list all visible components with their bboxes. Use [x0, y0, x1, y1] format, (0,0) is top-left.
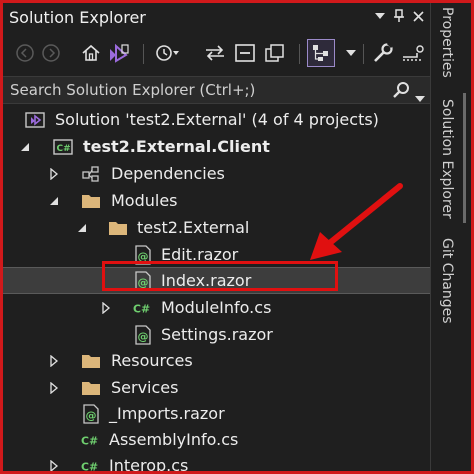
search-box — [3, 76, 430, 104]
svg-text:C#: C# — [133, 302, 150, 315]
active-tab-indicator — [463, 93, 466, 223]
expanded-arrow-icon[interactable] — [47, 194, 61, 208]
close-icon[interactable] — [409, 7, 427, 25]
tab-solution-explorer[interactable]: Solution Explorer — [439, 99, 455, 219]
forward-icon[interactable] — [37, 39, 65, 67]
tree-item-resources[interactable]: Resources — [3, 347, 430, 374]
tree-item-services[interactable]: Services — [3, 374, 430, 401]
switch-views-icon[interactable] — [105, 39, 133, 67]
collapsed-arrow-icon[interactable] — [47, 354, 61, 368]
side-tab-strip: Properties Solution Explorer Git Changes — [430, 3, 471, 471]
history-icon[interactable] — [153, 39, 181, 67]
expanded-arrow-icon[interactable] — [18, 140, 32, 154]
tab-git-changes[interactable]: Git Changes — [439, 238, 455, 324]
tree-item-settings-razor[interactable]: @ Settings.razor — [3, 321, 430, 348]
pin-icon[interactable] — [390, 7, 408, 25]
panel-title: Solution Explorer — [9, 7, 146, 27]
tree-item-label: Interop.cs — [109, 456, 189, 474]
tree-item-label: Solution 'test2.External' (4 of 4 projec… — [55, 110, 379, 129]
collapsed-arrow-icon[interactable] — [47, 381, 61, 395]
tab-properties[interactable]: Properties — [439, 7, 455, 78]
tree-item-label: ModuleInfo.cs — [161, 298, 272, 317]
toolbar-separator — [299, 44, 300, 64]
tree-item-label: AssemblyInfo.cs — [109, 430, 239, 449]
dropdown-icon[interactable] — [371, 7, 389, 25]
tree-item-imports-razor[interactable]: @ _Imports.razor — [3, 400, 430, 427]
folder-icon — [81, 378, 101, 398]
expanded-arrow-icon[interactable] — [75, 221, 89, 235]
tree-item-label: Modules — [111, 191, 178, 210]
home-icon[interactable] — [77, 39, 105, 67]
preview-dropdown-icon[interactable] — [337, 39, 365, 67]
razor-file-icon: @ — [81, 403, 101, 424]
tree-item-label: test2.External — [137, 218, 250, 237]
csharp-project-icon: C# — [53, 137, 73, 157]
collapse-all-icon[interactable] — [231, 39, 259, 67]
tree-item-label: _Imports.razor — [109, 404, 225, 423]
solution-icon — [25, 110, 45, 130]
tree-item-label: Dependencies — [111, 164, 225, 183]
csharp-file-icon: C# — [81, 430, 101, 450]
csharp-file-icon: C# — [81, 456, 101, 474]
tree-item-moduleinfo-cs[interactable]: C# ModuleInfo.cs — [3, 294, 430, 321]
search-options-icon[interactable] — [415, 87, 425, 102]
collapsed-arrow-icon[interactable] — [47, 459, 61, 473]
tree-item-label: Services — [111, 378, 179, 397]
sync-icon[interactable] — [201, 39, 229, 67]
properties-wrench-icon[interactable] — [369, 39, 397, 67]
svg-text:C#: C# — [57, 144, 71, 154]
folder-icon — [108, 218, 128, 238]
toolbar — [3, 36, 430, 72]
annotation-arrow-icon — [310, 183, 403, 260]
tree-item-label: Resources — [111, 351, 193, 370]
tree-item-project[interactable]: C# test2.External.Client — [3, 133, 430, 160]
tree-item-label: test2.External.Client — [83, 137, 270, 156]
tree-item-label: Settings.razor — [161, 325, 273, 344]
collapsed-arrow-icon[interactable] — [47, 167, 61, 181]
preview-icon[interactable] — [307, 39, 335, 67]
csharp-file-icon: C# — [133, 298, 153, 318]
dependencies-icon — [81, 164, 101, 184]
title-bar: Solution Explorer — [3, 3, 430, 31]
back-icon[interactable] — [11, 39, 39, 67]
svg-text:C#: C# — [81, 460, 98, 473]
razor-file-icon: @ — [133, 324, 153, 345]
tree-item-solution[interactable]: Solution 'test2.External' (4 of 4 projec… — [3, 106, 430, 133]
search-input[interactable] — [3, 77, 383, 103]
svg-text:@: @ — [86, 409, 97, 422]
show-all-files-icon[interactable] — [261, 39, 289, 67]
folder-icon — [81, 191, 101, 211]
toolbar-separator — [143, 44, 144, 64]
collapsed-arrow-icon[interactable] — [99, 301, 113, 315]
svg-text:@: @ — [138, 330, 149, 343]
folder-icon — [81, 351, 101, 371]
svg-text:C#: C# — [81, 434, 98, 447]
search-icon[interactable] — [391, 81, 411, 101]
settings-icon[interactable] — [399, 39, 427, 67]
tree-item-interop-cs[interactable]: C# Interop.cs — [3, 452, 430, 474]
toolbar-separator — [363, 44, 364, 64]
tree-item-assemblyinfo-cs[interactable]: C# AssemblyInfo.cs — [3, 426, 430, 453]
